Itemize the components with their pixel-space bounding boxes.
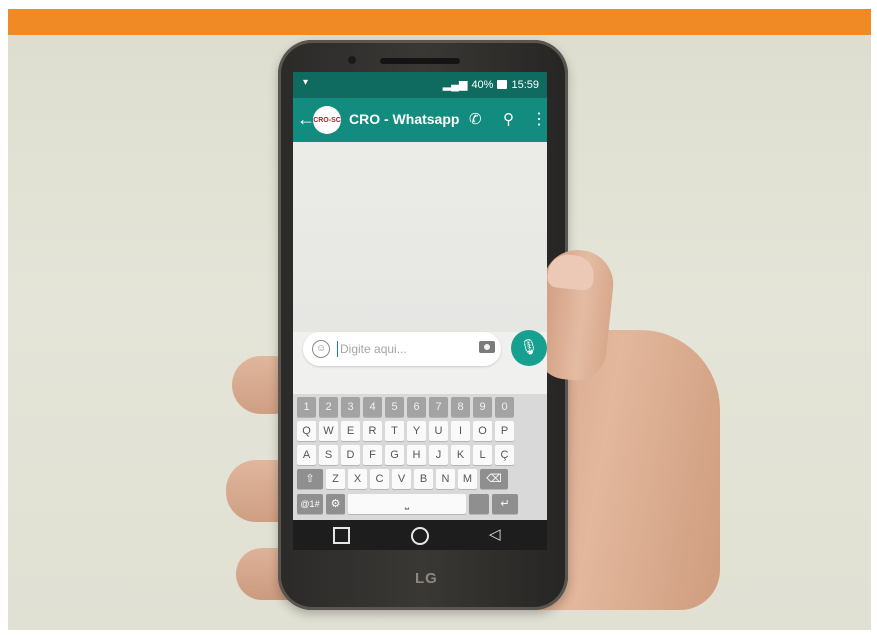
- key-v[interactable]: V: [392, 469, 411, 489]
- keyboard-row-1: Q W E R T Y U I O P: [297, 421, 514, 441]
- back-triangle-icon[interactable]: ◁: [489, 525, 501, 543]
- camera-icon[interactable]: [479, 341, 495, 353]
- key-8[interactable]: 8: [451, 397, 470, 417]
- key-2[interactable]: 2: [319, 397, 338, 417]
- status-icons: ▂▄▆ 40% 15:59: [442, 78, 539, 92]
- signal-icon: ▂▄▆: [442, 79, 468, 91]
- key-a[interactable]: A: [297, 445, 316, 465]
- emoji-icon[interactable]: ☺: [312, 340, 330, 358]
- recent-square-icon[interactable]: [333, 527, 350, 544]
- avatar[interactable]: CRO-SC: [313, 106, 341, 134]
- key-q[interactable]: Q: [297, 421, 316, 441]
- keyboard-row-3: ⇧ Z X C V B N M ⌫: [297, 469, 508, 489]
- key-p[interactable]: P: [495, 421, 514, 441]
- key-r[interactable]: R: [363, 421, 382, 441]
- chat-area: [293, 142, 547, 332]
- home-circle-icon[interactable]: [411, 527, 429, 545]
- key-c-cedilla[interactable]: Ç: [495, 445, 514, 465]
- key-f[interactable]: F: [363, 445, 382, 465]
- mic-button[interactable]: 🎙: [511, 330, 547, 366]
- text-cursor: [337, 341, 338, 357]
- notification-icon: ▾: [303, 77, 309, 88]
- key-e[interactable]: E: [341, 421, 360, 441]
- key-6[interactable]: 6: [407, 397, 426, 417]
- message-input[interactable]: [340, 339, 470, 359]
- chat-title[interactable]: CRO - Whatsapp: [349, 111, 459, 127]
- backspace-icon[interactable]: ⌫: [480, 469, 508, 489]
- symbols-key[interactable]: @1#: [297, 494, 323, 514]
- status-time: 15:59: [511, 78, 539, 91]
- keyboard-number-row: 1 2 3 4 5 6 7 8 9 0: [297, 397, 514, 417]
- keyboard: 1 2 3 4 5 6 7 8 9 0 Q W E R T Y U I O P …: [293, 394, 547, 520]
- photo-frame: LG ▾ ▂▄▆ 40% 15:59 ← CRO-SC CRO - Whatsa…: [0, 0, 877, 635]
- chat-header: ← CRO-SC CRO - Whatsapp ✆ ⚲ ⋮: [293, 98, 547, 142]
- key-1[interactable]: 1: [297, 397, 316, 417]
- key-x[interactable]: X: [348, 469, 367, 489]
- key-m[interactable]: M: [458, 469, 477, 489]
- comma-key[interactable]: [469, 494, 489, 514]
- key-5[interactable]: 5: [385, 397, 404, 417]
- key-l[interactable]: L: [473, 445, 492, 465]
- header-accent-bar: [8, 9, 871, 35]
- key-4[interactable]: 4: [363, 397, 382, 417]
- key-y[interactable]: Y: [407, 421, 426, 441]
- key-0[interactable]: 0: [495, 397, 514, 417]
- battery-percent: 40%: [471, 78, 494, 91]
- key-u[interactable]: U: [429, 421, 448, 441]
- key-t[interactable]: T: [385, 421, 404, 441]
- navigation-bar: ◁: [293, 520, 547, 550]
- key-9[interactable]: 9: [473, 397, 492, 417]
- key-b[interactable]: B: [414, 469, 433, 489]
- more-vert-icon[interactable]: ⋮: [531, 109, 547, 129]
- key-k[interactable]: K: [451, 445, 470, 465]
- front-camera: [348, 56, 356, 64]
- phone-call-icon[interactable]: ✆: [469, 110, 482, 128]
- key-d[interactable]: D: [341, 445, 360, 465]
- key-7[interactable]: 7: [429, 397, 448, 417]
- message-composer: ☺: [303, 332, 501, 366]
- key-3[interactable]: 3: [341, 397, 360, 417]
- key-g[interactable]: G: [385, 445, 404, 465]
- keyboard-row-4: @1# ⚙ ⎵ ↵: [297, 494, 518, 514]
- key-w[interactable]: W: [319, 421, 338, 441]
- key-o[interactable]: O: [473, 421, 492, 441]
- key-c[interactable]: C: [370, 469, 389, 489]
- space-icon[interactable]: ⎵: [348, 494, 466, 514]
- key-s[interactable]: S: [319, 445, 338, 465]
- shift-icon[interactable]: ⇧: [297, 469, 323, 489]
- earpiece-speaker: [380, 58, 460, 64]
- key-n[interactable]: N: [436, 469, 455, 489]
- phone-screen: ▾ ▂▄▆ 40% 15:59 ← CRO-SC CRO - Whatsapp …: [293, 72, 547, 550]
- mic-icon: 🎙: [519, 339, 539, 356]
- key-i[interactable]: I: [451, 421, 470, 441]
- paperclip-icon[interactable]: ⚲: [503, 110, 514, 128]
- enter-icon[interactable]: ↵: [492, 494, 518, 514]
- device-logo: LG: [415, 570, 438, 587]
- key-z[interactable]: Z: [326, 469, 345, 489]
- key-h[interactable]: H: [407, 445, 426, 465]
- status-bar: ▾ ▂▄▆ 40% 15:59: [293, 72, 547, 98]
- battery-icon: [497, 80, 508, 89]
- keyboard-row-2: A S D F G H J K L Ç: [297, 445, 514, 465]
- key-j[interactable]: J: [429, 445, 448, 465]
- settings-icon[interactable]: ⚙: [326, 494, 345, 514]
